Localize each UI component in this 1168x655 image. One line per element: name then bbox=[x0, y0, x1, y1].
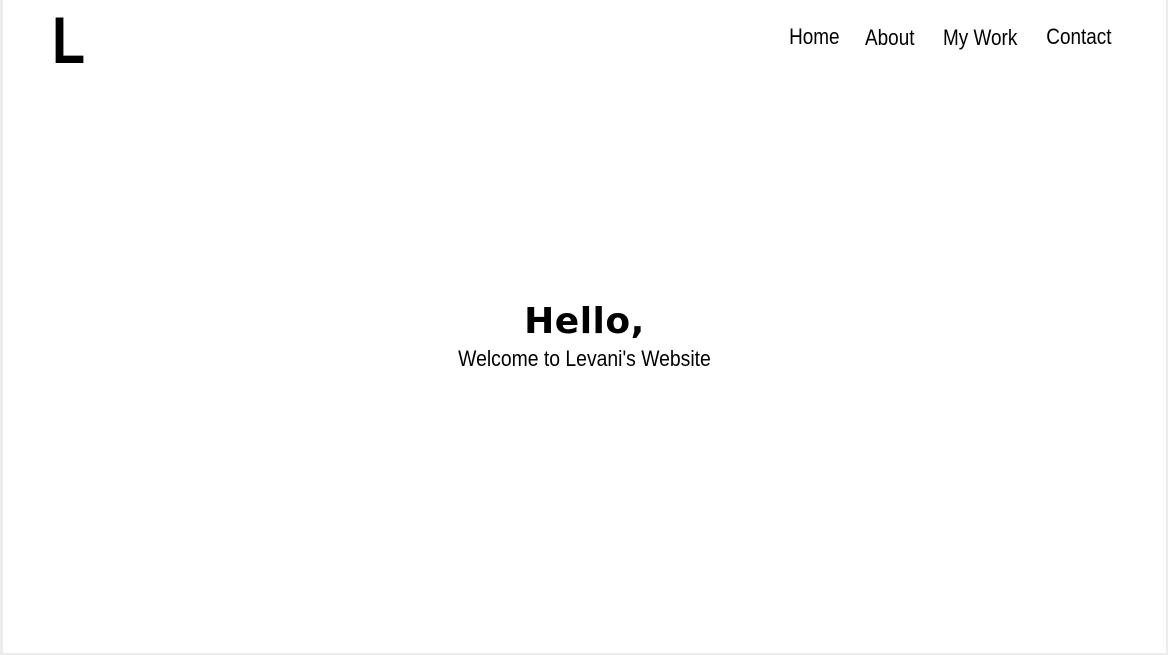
nav-link-contact[interactable]: Contact bbox=[1046, 20, 1111, 55]
hero-subtitle: Welcome to Levani's Website bbox=[458, 346, 711, 371]
hero-title: Hello, bbox=[524, 301, 645, 342]
hero-section: Hello, Welcome to Levani's Website bbox=[3, 300, 1166, 374]
page-container: L Home About My Work Contact Hello, Welc… bbox=[3, 0, 1166, 653]
nav-link-my-work[interactable]: My Work bbox=[943, 21, 1017, 55]
site-logo[interactable]: L bbox=[52, 4, 85, 76]
nav-link-home[interactable]: Home bbox=[789, 20, 839, 55]
main-nav: Home About My Work Contact bbox=[785, 20, 1117, 55]
nav-link-about[interactable]: About bbox=[865, 21, 914, 55]
